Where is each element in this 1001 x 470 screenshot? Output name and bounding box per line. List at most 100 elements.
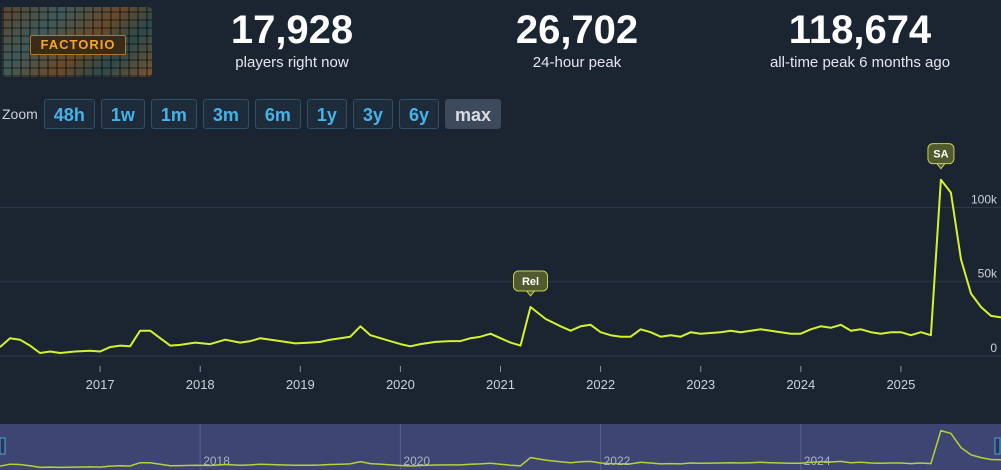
zoom-1w-button[interactable]: 1w — [100, 99, 145, 129]
zoom-1y-button[interactable]: 1y — [306, 99, 347, 129]
stat-current-players: 17,928 players right now — [212, 6, 372, 72]
data-point — [399, 343, 401, 345]
stat-24h-peak: 26,702 24-hour peak — [497, 6, 657, 72]
data-point — [349, 336, 351, 338]
data-point — [49, 351, 51, 353]
stat-value: 17,928 — [230, 8, 354, 52]
zoom-3m-button[interactable]: 3m — [202, 99, 249, 129]
navigator-tick-label: 2022 — [604, 454, 631, 468]
data-point — [820, 325, 822, 327]
data-point — [650, 331, 652, 333]
data-point — [520, 345, 522, 347]
data-point — [770, 330, 772, 332]
data-point — [510, 342, 512, 344]
series-line — [0, 178, 1001, 354]
annotation-pointer — [935, 163, 946, 170]
stat-label: players right now — [235, 54, 349, 71]
game-thumbnail: FACTORIO — [2, 7, 152, 77]
data-point — [980, 306, 982, 308]
data-point — [339, 337, 341, 339]
data-point — [500, 337, 502, 339]
zoom-48h-button[interactable]: 48h — [43, 99, 95, 129]
data-point — [329, 339, 331, 341]
navigator-tick-label: 2024 — [804, 454, 831, 468]
stat-value: 26,702 — [515, 8, 639, 52]
data-point — [840, 324, 842, 326]
data-point — [930, 334, 932, 336]
zoom-1m-button[interactable]: 1m — [150, 99, 197, 129]
annotation-label: Rel — [522, 276, 539, 288]
data-point — [620, 336, 622, 338]
data-point — [129, 345, 131, 347]
zoom-label: Zoom — [2, 106, 38, 122]
data-point — [690, 331, 692, 333]
data-point — [179, 344, 181, 346]
data-point — [384, 339, 386, 341]
annotation-flag[interactable]: SA — [927, 143, 955, 170]
data-point — [880, 333, 882, 335]
data-point — [800, 333, 802, 335]
data-point — [670, 334, 672, 336]
data-point — [960, 258, 962, 260]
data-point — [580, 325, 582, 327]
data-point — [850, 330, 852, 332]
x-tick-label: 2020 — [386, 377, 415, 392]
data-point — [700, 333, 702, 335]
y-tick-label: 0 — [990, 341, 997, 355]
stat-label: all-time peak 6 months ago — [769, 54, 951, 71]
data-point — [169, 345, 171, 347]
data-point — [109, 346, 111, 348]
data-point — [750, 330, 752, 332]
y-tick-label: 100k — [971, 192, 998, 206]
data-point — [780, 331, 782, 333]
annotation-flag[interactable]: Rel — [513, 270, 549, 297]
data-point — [640, 328, 642, 330]
data-point — [545, 318, 547, 320]
chart-navigator[interactable]: 2018 2020 2022 2024 — [0, 424, 1001, 470]
x-tick-label: 2025 — [886, 377, 915, 392]
data-point — [194, 342, 196, 344]
data-point — [224, 339, 226, 341]
stat-value: 118,674 — [788, 8, 932, 52]
annotation-pointer — [525, 290, 536, 297]
data-point — [9, 337, 11, 339]
navigator-left-handle[interactable] — [0, 437, 6, 455]
data-point — [920, 331, 922, 333]
data-point — [530, 306, 532, 308]
data-point — [59, 352, 61, 354]
zoom-6m-button[interactable]: 6m — [254, 99, 301, 129]
data-point — [39, 352, 41, 354]
data-point — [259, 337, 261, 339]
data-point — [434, 341, 436, 343]
x-tick-label: 2023 — [686, 377, 715, 392]
data-point — [890, 331, 892, 333]
navigator-right-handle[interactable] — [994, 437, 1001, 455]
data-point — [810, 328, 812, 330]
zoom-3y-button[interactable]: 3y — [352, 99, 393, 129]
data-point — [249, 340, 251, 342]
data-point — [490, 333, 492, 335]
data-point — [970, 293, 972, 295]
data-point — [309, 342, 311, 344]
data-point — [720, 331, 722, 333]
data-point — [279, 340, 281, 342]
data-point — [419, 343, 421, 345]
data-point — [950, 192, 952, 194]
data-point — [900, 331, 902, 333]
data-point — [990, 315, 992, 317]
data-point — [99, 351, 101, 353]
data-point — [409, 345, 411, 347]
data-point — [870, 331, 872, 333]
data-point — [460, 340, 462, 342]
zoom-controls: Zoom 48h 1w 1m 3m 6m 1y 3y 6y max — [2, 98, 507, 130]
data-point — [369, 334, 371, 336]
data-point — [209, 343, 211, 345]
data-point — [470, 337, 472, 339]
data-point — [760, 328, 762, 330]
data-point — [139, 330, 141, 332]
player-count-chart[interactable]: 0 50k 100k 2017 2018 2019 2020 2021 2022 2023 2024… — [0, 140, 1001, 424]
data-point — [294, 342, 296, 344]
zoom-max-button[interactable]: max — [444, 99, 502, 129]
data-point — [710, 332, 712, 334]
zoom-6y-button[interactable]: 6y — [398, 99, 439, 129]
